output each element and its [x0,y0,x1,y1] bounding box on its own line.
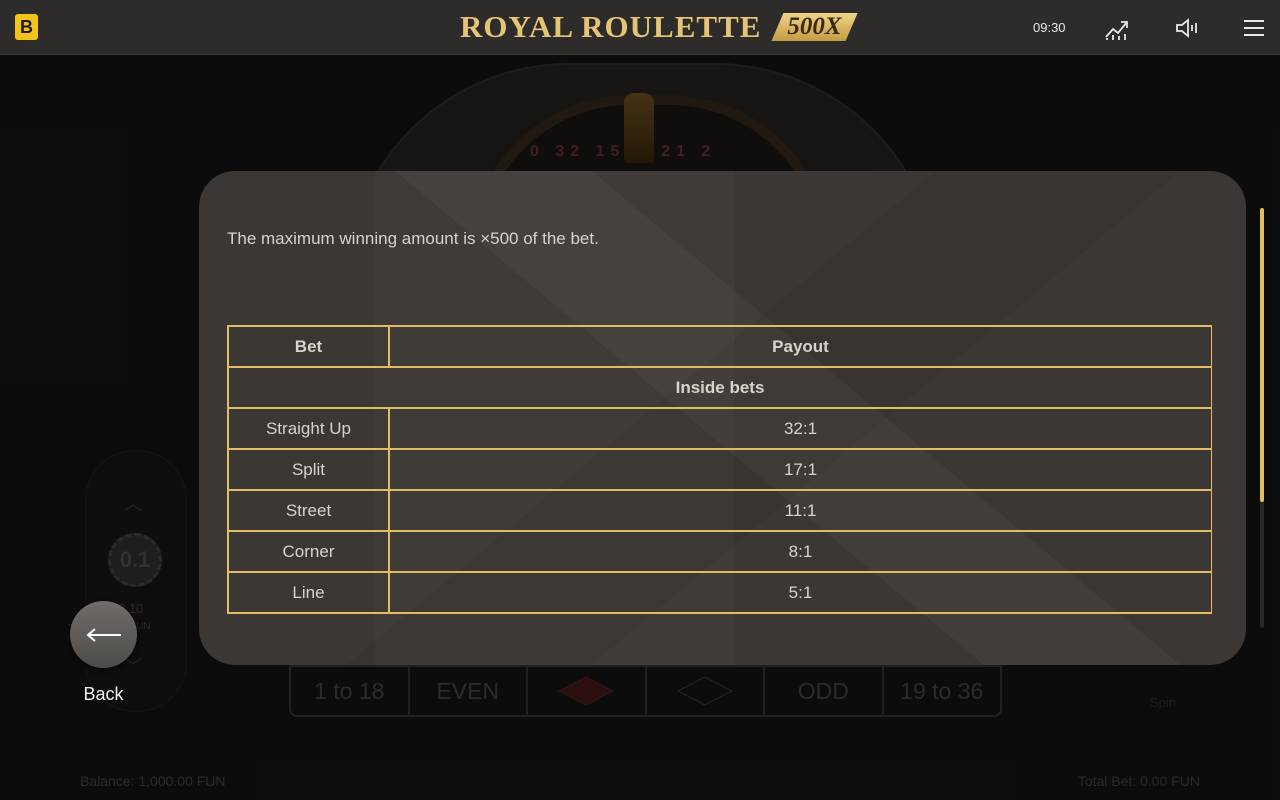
payout-table: Bet Payout Inside bets Straight Up 32:1 … [227,325,1212,614]
top-bar: B ROYAL ROULETTE 500X 09:30 [0,0,1280,55]
payout-cell: 8:1 [388,530,1212,573]
payout-cell: 32:1 [388,407,1212,450]
bet-cell: Corner [227,530,390,573]
table-section-row: Inside bets [227,366,1212,409]
clock: 09:30 [1033,20,1066,35]
arrow-left-icon [85,627,121,642]
chart-trend-icon[interactable] [1104,15,1130,41]
column-header-payout: Payout [388,325,1212,368]
rules-content[interactable]: The maximum winning amount is ×500 of th… [227,171,1212,626]
back-label: Back [83,684,124,704]
bet-cell: Straight Up [227,407,390,450]
rules-modal: The maximum winning amount is ×500 of th… [199,171,1246,665]
scrollbar-thumb[interactable] [1260,208,1264,502]
brand-logo[interactable]: B [15,14,38,40]
hamburger-menu-icon[interactable] [1241,15,1267,41]
back-button[interactable] [70,601,137,668]
game-title-text: ROYAL ROULETTE [460,9,762,44]
column-header-bet: Bet [227,325,390,368]
table-row: Street 11:1 [227,489,1212,532]
bet-cell: Street [227,489,390,532]
table-row: Split 17:1 [227,448,1212,491]
payout-cell: 17:1 [388,448,1212,491]
multiplier-badge: 500X [771,13,857,41]
bet-cell: Split [227,448,390,491]
speaker-icon[interactable] [1174,15,1200,41]
section-inside-bets: Inside bets [227,366,1212,409]
game-title: ROYAL ROULETTE 500X [460,9,858,44]
max-win-text: The maximum winning amount is ×500 of th… [227,229,599,248]
table-row: Corner 8:1 [227,530,1212,573]
bet-cell: Line [227,571,390,614]
modal-scrollbar[interactable] [1260,208,1264,628]
table-row: Line 5:1 [227,571,1212,614]
table-header-row: Bet Payout [227,325,1212,368]
payout-cell: 11:1 [388,489,1212,532]
table-row: Straight Up 32:1 [227,407,1212,450]
payout-cell: 5:1 [388,571,1212,614]
